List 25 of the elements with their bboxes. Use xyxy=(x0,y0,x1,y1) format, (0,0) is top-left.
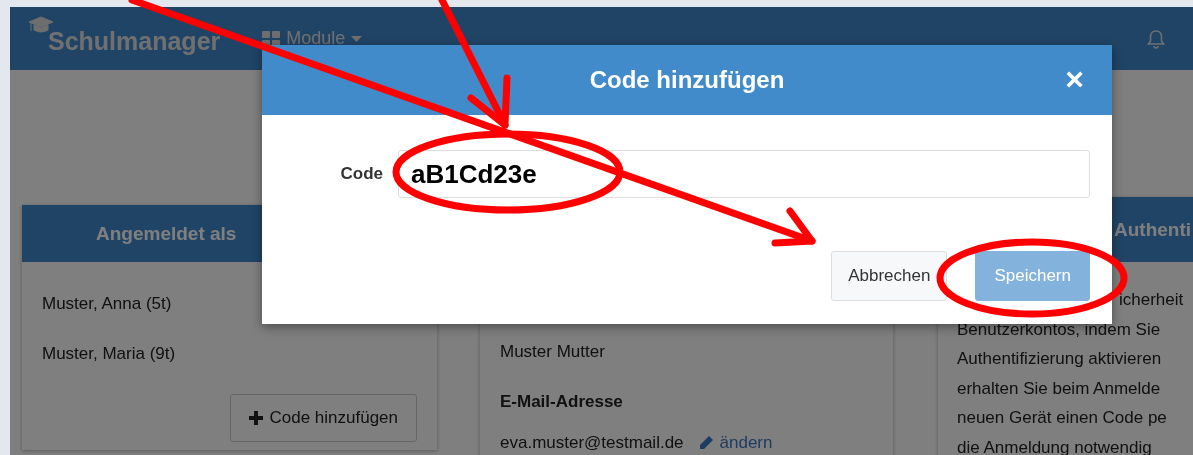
code-label: Code xyxy=(339,164,384,184)
pencil-icon xyxy=(697,435,714,451)
brand-logo-text[interactable]: Schulmanager xyxy=(48,27,221,56)
info-text-line: icherheit xyxy=(1118,289,1185,311)
email-address: eva.muster@testmail.de xyxy=(500,433,684,453)
plus-icon xyxy=(249,411,264,425)
email-label: E-Mail-Adresse xyxy=(500,392,624,412)
account-name: Muster Mutter xyxy=(500,342,605,361)
grid-icon xyxy=(262,30,281,47)
caret-icon xyxy=(351,35,363,42)
card-title: Angemeldet als xyxy=(96,222,237,245)
info-text-line: Benutzerkontos, indem Sie xyxy=(957,318,1162,341)
bell-icon[interactable] xyxy=(1147,28,1165,49)
child-name: Muster, Anna (5t) xyxy=(42,294,172,313)
info-text-line: Authentifizierung aktivieren xyxy=(957,348,1163,370)
dialog-title: Code hinzufügen xyxy=(589,66,785,94)
card-title: Authenti xyxy=(1114,218,1192,241)
edit-link[interactable]: ändern xyxy=(697,433,773,453)
info-text-line: erhalten Sie beim Anmelde xyxy=(957,377,1162,400)
code-input-field[interactable]: aB1Cd23e xyxy=(398,150,1090,198)
info-text-line: neuen Gerät einen Code pe xyxy=(957,407,1168,429)
add-code-button[interactable]: Code hinzufügen xyxy=(230,394,417,442)
close-button[interactable]: × xyxy=(1065,65,1084,93)
child-name: Muster, Maria (9t) xyxy=(42,344,176,363)
cancel-button[interactable]: Abbrechen xyxy=(831,251,948,301)
